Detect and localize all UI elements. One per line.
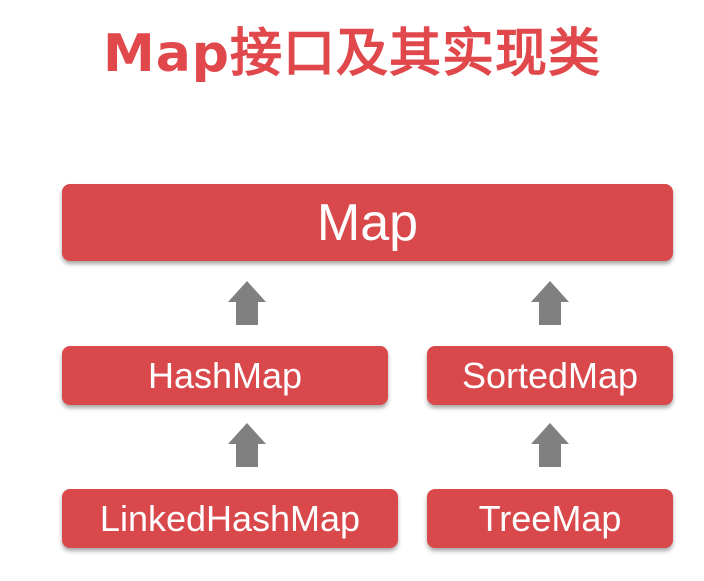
page-title: Map接口及其实现类 (102, 24, 602, 84)
arrow-up-icon (228, 281, 266, 325)
diagram-canvas: Map接口及其实现类 Map HashMap SortedMap LinkedH… (0, 0, 704, 581)
node-linkedhashmap: LinkedHashMap (62, 489, 398, 548)
node-sortedmap: SortedMap (427, 346, 673, 405)
arrow-up-icon (228, 423, 266, 467)
node-hashmap: HashMap (62, 346, 388, 405)
arrow-up-icon (531, 281, 569, 325)
arrow-up-icon (531, 423, 569, 467)
node-map: Map (62, 184, 673, 261)
node-treemap: TreeMap (427, 489, 673, 548)
